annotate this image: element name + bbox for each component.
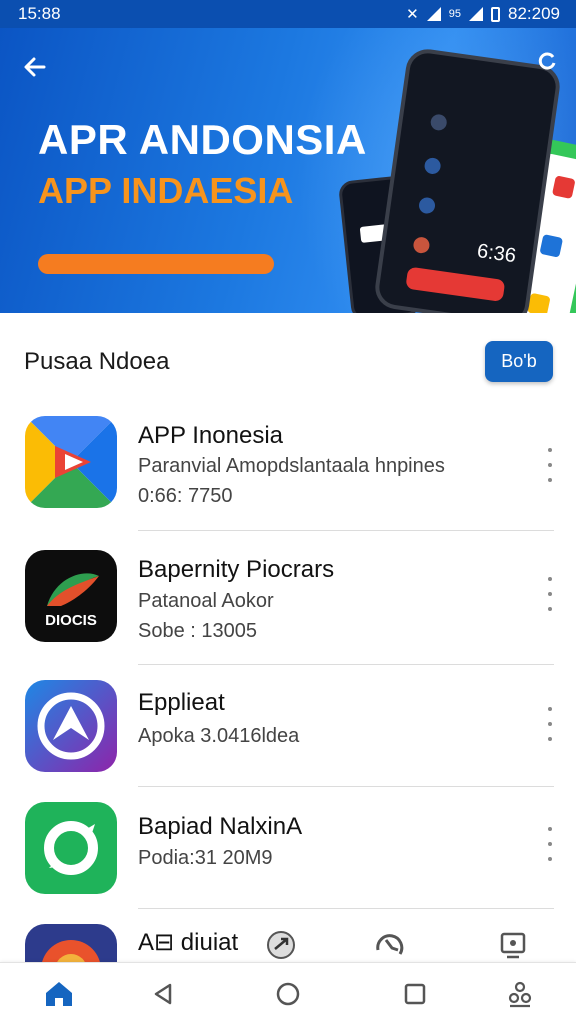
app-name: A⊟ diuiat <box>138 929 239 956</box>
more-options-button[interactable] <box>541 577 559 611</box>
app-meta: 0:66: 7750 <box>138 485 233 507</box>
network-label: 95 <box>448 8 461 20</box>
battery-icon <box>491 6 500 22</box>
banner-title: APR ANDONSIA <box>38 116 367 163</box>
app-description: Patanoal Aokor <box>138 590 274 612</box>
more-options-button[interactable] <box>541 827 559 861</box>
nav-accessibility-button[interactable] <box>505 979 535 1009</box>
promo-banner[interactable]: APR ANDONSIA APP INDAESIA 6:36 <box>0 28 576 313</box>
share-icon[interactable] <box>264 928 298 962</box>
status-bar: 15:88 ✕ 95 82:209 <box>0 0 576 28</box>
app-description: Podia:31 20M9 <box>138 847 273 869</box>
app-icon-bapiad <box>25 802 117 894</box>
more-options-button[interactable] <box>541 448 559 482</box>
more-vertical-icon <box>548 448 552 452</box>
refresh-button[interactable] <box>534 48 560 74</box>
app-icon-play <box>25 416 117 508</box>
app-icon-partial <box>25 924 117 962</box>
accessibility-icon <box>508 981 532 1008</box>
app-list-item[interactable]: Bapiad NalxinA Podia:31 20M9 <box>0 797 576 917</box>
more-vertical-icon <box>548 827 552 831</box>
arrow-left-icon <box>24 57 46 77</box>
app-icon-label: DIOCIS <box>45 612 97 629</box>
history-icon[interactable] <box>372 928 406 962</box>
status-icons: ✕ 95 82:209 <box>406 4 560 24</box>
app-name: APP Inonesia <box>138 422 283 449</box>
nav-recents-button[interactable] <box>400 979 430 1009</box>
wifi-signal-icon <box>426 7 441 21</box>
app-list-item[interactable]: DIOCIS Bapernity Piocrars Patanoal Aokor… <box>0 545 576 665</box>
nav-home-button[interactable] <box>44 979 74 1009</box>
cell-signal-icon <box>469 7 483 21</box>
app-list-item[interactable]: APP Inonesia Paranvial Amopdslantaala hn… <box>0 410 576 530</box>
divider <box>138 664 554 665</box>
recents-square-icon <box>404 983 426 1005</box>
divider <box>138 908 554 909</box>
divider <box>138 786 554 787</box>
app-icon-epplieat <box>25 680 117 772</box>
banner-subtitle: APP INDAESIA <box>38 170 294 211</box>
nav-back-button[interactable] <box>148 979 178 1009</box>
banner-progress-bar <box>38 254 274 274</box>
notification-icon: ✕ <box>406 6 419 23</box>
back-triangle-icon <box>154 983 172 1005</box>
back-button[interactable] <box>18 50 52 84</box>
app-meta: Sobe : 13005 <box>138 620 257 642</box>
status-right-text: 82:209 <box>508 4 560 23</box>
device-icon[interactable] <box>496 928 530 962</box>
more-vertical-icon <box>548 707 552 711</box>
section-title: Pusaa Ndoea <box>24 348 170 375</box>
home-icon <box>46 982 72 1006</box>
section-action-button[interactable]: Bo'b <box>485 341 553 382</box>
app-name: Bapernity Piocrars <box>138 556 335 583</box>
app-name: Epplieat <box>138 689 225 716</box>
refresh-icon <box>538 52 556 70</box>
divider <box>138 530 554 531</box>
app-icon-diocis: DIOCIS <box>25 550 117 642</box>
nav-home-circle-button[interactable] <box>273 979 303 1009</box>
app-list-item[interactable]: Epplieat Apoka 3.0416ldea <box>0 675 576 795</box>
more-options-button[interactable] <box>541 707 559 741</box>
bottom-navigation <box>0 962 576 1024</box>
status-time: 15:88 <box>18 4 61 23</box>
more-vertical-icon <box>548 577 552 581</box>
app-name: Bapiad NalxinA <box>138 813 303 840</box>
home-circle-icon <box>276 982 300 1006</box>
app-description: Paranvial Amopdslantaala hnpines <box>138 455 445 477</box>
app-description: Apoka 3.0416ldea <box>138 725 300 747</box>
